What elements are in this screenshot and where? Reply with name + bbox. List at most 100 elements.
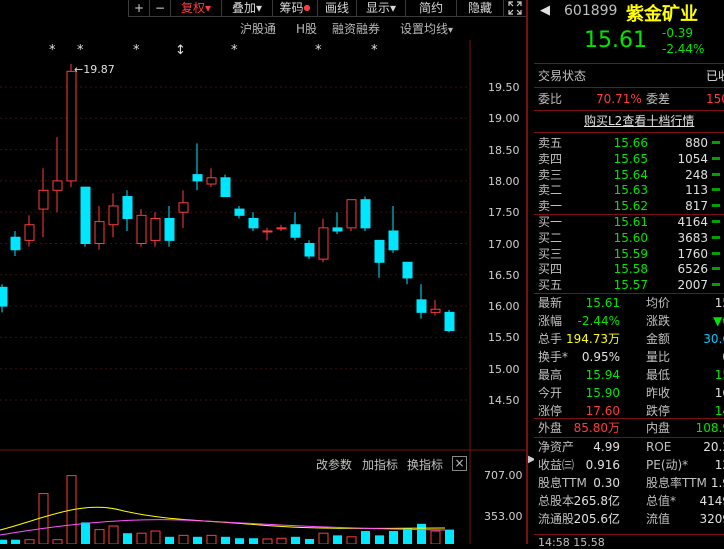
finance-label: 总股本 — [538, 494, 575, 508]
stock-code: 601899 — [564, 3, 618, 19]
add-indicator-button[interactable]: 加指标 — [362, 456, 398, 473]
price-tick: 19.00 — [488, 112, 520, 126]
candle-body — [388, 230, 399, 251]
diejia-dropdown[interactable]: 叠加▾ — [221, 0, 272, 17]
event-marker-icon[interactable]: * — [49, 43, 56, 58]
waipan-value: 85.80万 — [573, 421, 620, 435]
hugutong-link[interactable]: 沪股通 — [240, 20, 276, 37]
volume-bar — [403, 528, 412, 544]
h-share-link[interactable]: H股 — [296, 20, 317, 37]
volume-bar-icon — [712, 156, 720, 160]
candle-body — [318, 227, 329, 260]
sell-level-row[interactable]: 卖五 15.66 880 — [534, 135, 724, 151]
candle-body — [178, 202, 189, 213]
buy-level-row[interactable]: 买五 15.57 2007 — [534, 277, 724, 293]
buy-level-row[interactable]: 买二 15.60 3683 — [534, 230, 724, 246]
event-marker-icon[interactable]: * — [231, 43, 238, 58]
price-change-pct: -2.44% — [662, 42, 705, 56]
event-marker-icon[interactable]: * — [77, 43, 84, 58]
sell-level-volume: 113 — [685, 183, 708, 198]
prev-stock-icon[interactable]: ◀ — [540, 3, 550, 18]
volume-bar — [52, 539, 63, 545]
huaxian-button[interactable]: 画线 — [317, 0, 356, 17]
fuquan-label: 复权 — [180, 1, 205, 15]
fullscreen-button[interactable] — [503, 0, 526, 17]
candle-body — [360, 199, 371, 229]
finance-label-2: ROE — [646, 440, 672, 454]
junxian-setting-link[interactable]: 设置均线▾ — [400, 20, 453, 37]
sell-level-price: 15.66 — [613, 136, 648, 150]
candle-body — [206, 177, 217, 185]
sell-level-price: 15.62 — [613, 199, 648, 214]
neipan-value: 108.9 — [695, 421, 724, 435]
close-indicator-button[interactable]: × — [452, 456, 467, 471]
xianshi-dropdown[interactable]: 显示▾ — [356, 0, 405, 17]
zoom-out-button[interactable]: − — [149, 0, 170, 17]
kline-chart-area[interactable]: ←19.87 * * * ↕ * * * 19.50 19.00 18.50 18.00 17.50… — [0, 40, 526, 545]
yincang-button[interactable]: 隐藏 — [456, 0, 503, 17]
event-marker-icon[interactable]: * — [371, 43, 378, 58]
chevron-down-icon: ▾ — [448, 25, 454, 36]
event-marker-icon[interactable]: * — [133, 43, 140, 58]
event-marker-icon[interactable]: * — [315, 43, 322, 58]
sell-level-row[interactable]: 卖一 15.62 817 — [534, 198, 724, 214]
kline-chart[interactable]: ←19.87 * * * ↕ * * * — [0, 40, 526, 545]
sell-level-name: 卖三 — [538, 167, 563, 182]
sell-level-row[interactable]: 卖三 15.64 248 — [534, 167, 724, 183]
quote-label-2: 涨跌 — [646, 314, 671, 328]
candle-body — [332, 227, 343, 232]
change-params-button[interactable]: 改参数 — [316, 456, 352, 473]
event-marker-icon[interactable]: ↕ — [175, 43, 186, 58]
finance-label-2: 总值* — [646, 494, 677, 508]
finance-value: 4.99 — [593, 440, 620, 454]
switch-indicator-button[interactable]: 换指标 — [407, 456, 443, 473]
rongzi-link[interactable]: 融资融券 — [332, 20, 380, 37]
volume-bar-icon — [712, 235, 720, 239]
sell-level-row[interactable]: 卖四 15.65 1054 — [534, 151, 724, 167]
quote-label: 最高 — [538, 368, 563, 382]
buy-level-price: 15.57 — [613, 278, 648, 293]
finance-value: 265.8亿 — [573, 494, 620, 508]
sell-level-row[interactable]: 卖二 15.63 113 — [534, 182, 724, 198]
buy-level-row[interactable]: 买四 15.58 6526 — [534, 261, 724, 277]
quote-row: 涨幅 -2.44% 涨跌 ▼0 — [534, 312, 724, 330]
volume-bar — [346, 536, 357, 545]
weibi-row: 委比 70.71% 委差 150 — [534, 90, 724, 108]
quote-value-2: 15 — [714, 296, 724, 310]
fuquan-dropdown[interactable]: 复权▾ — [170, 0, 221, 17]
buy-level-name: 买五 — [538, 278, 563, 293]
finance-row: 股息TTM 0.30 股息率TTM1.9 — [534, 474, 724, 492]
volume-bar — [445, 529, 454, 544]
quote-panel: ◀ 601899 紫金矿业 15.61 -0.39 -2.44% 交易状态 已收… — [534, 0, 724, 549]
finance-label-2: 流值 — [646, 512, 671, 526]
zoom-in-button[interactable]: + — [128, 0, 149, 17]
quote-row: 最新 15.61 均价 15 — [534, 294, 724, 312]
chouma-button[interactable]: 筹码● — [272, 0, 317, 17]
volume-bar — [123, 533, 132, 544]
quote-value-2: 30.6 — [703, 332, 724, 346]
buy-l2-link[interactable]: 购买L2查看十档行情 — [584, 112, 694, 129]
volume-tick-top: 707.00 — [484, 469, 523, 482]
finance-value-2: 20.2 — [703, 440, 724, 454]
buy-level-row[interactable]: 买三 15.59 1760 — [534, 246, 724, 262]
volume-bar-icon — [712, 283, 720, 287]
buy-level-name: 买四 — [538, 262, 563, 277]
junxian-label: 设置均线 — [400, 22, 449, 36]
last-price: 15.61 — [584, 28, 647, 53]
buy-orderbook: 买一 15.61 4164 买二 15.60 3683 买三 15.59 1760 买四 15.58… — [534, 214, 724, 294]
jianyue-button[interactable]: 简约 — [405, 0, 456, 17]
sell-level-name: 卖四 — [538, 151, 563, 166]
candle-body — [416, 299, 427, 313]
sell-level-price: 15.65 — [613, 151, 648, 166]
volume-bar — [193, 536, 202, 544]
finance-value-2: 4149 — [699, 494, 724, 508]
volume-bar — [108, 525, 119, 545]
volume-bar — [235, 538, 244, 544]
buy-level-row[interactable]: 买一 15.61 4164 — [534, 214, 724, 230]
volume-bar-icon — [712, 204, 720, 208]
price-tick: 17.50 — [488, 206, 520, 220]
buy-level-price: 15.60 — [613, 230, 648, 245]
sell-orderbook: 卖五 15.66 880 卖四 15.65 1054 卖三 15.64 248 卖二 15.63 11… — [534, 135, 724, 215]
trade-status-row: 交易状态 已收 — [534, 67, 724, 85]
buy-level-volume: 6526 — [677, 262, 708, 277]
